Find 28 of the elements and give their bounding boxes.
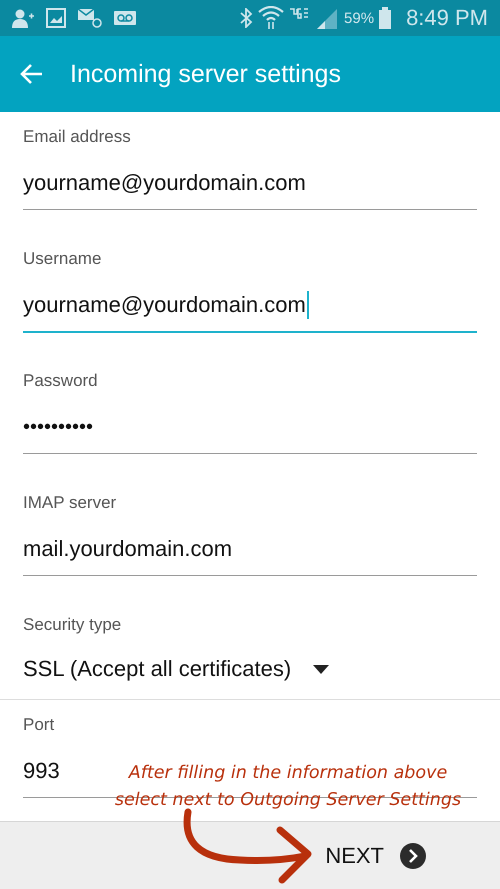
dropdown-caret-icon (313, 664, 330, 674)
field-label: Port (23, 715, 56, 735)
field-label: Username (23, 249, 102, 269)
screen-title: Incoming server settings (70, 60, 341, 88)
bluetooth-icon (239, 8, 254, 28)
input-field[interactable]: mail.yourdomain.com (23, 527, 232, 571)
wifi-icon (258, 6, 284, 30)
field-label: Email address (23, 127, 132, 147)
chevron-circle-icon (400, 842, 426, 868)
field-label: Password (23, 371, 99, 391)
voicemail-icon (114, 10, 136, 26)
field-label: IMAP server (23, 493, 118, 513)
battery-percent: 59% (344, 10, 374, 26)
input-field[interactable]: yourname@yourdomain.com (23, 283, 309, 327)
input-field[interactable]: yourname@yourdomain.com (23, 161, 306, 205)
annotation-text: After filling in the information above select next to Outgoing Server Settings (114, 762, 462, 812)
image-icon (46, 8, 66, 28)
security-type-dropdown[interactable]: SSL (Accept all certificates) (23, 649, 330, 689)
next-button[interactable]: NEXT (321, 838, 430, 872)
back-arrow-icon (20, 63, 44, 85)
input-field[interactable]: 993 (23, 749, 60, 793)
field-label: Security type (23, 615, 122, 635)
clock: 8:49 PM (406, 5, 488, 31)
signal-icon (289, 6, 340, 30)
email-icon (78, 8, 102, 28)
battery-icon (379, 7, 392, 29)
add-contact-icon (12, 8, 34, 28)
password-field[interactable]: •••••••••• (23, 405, 94, 449)
